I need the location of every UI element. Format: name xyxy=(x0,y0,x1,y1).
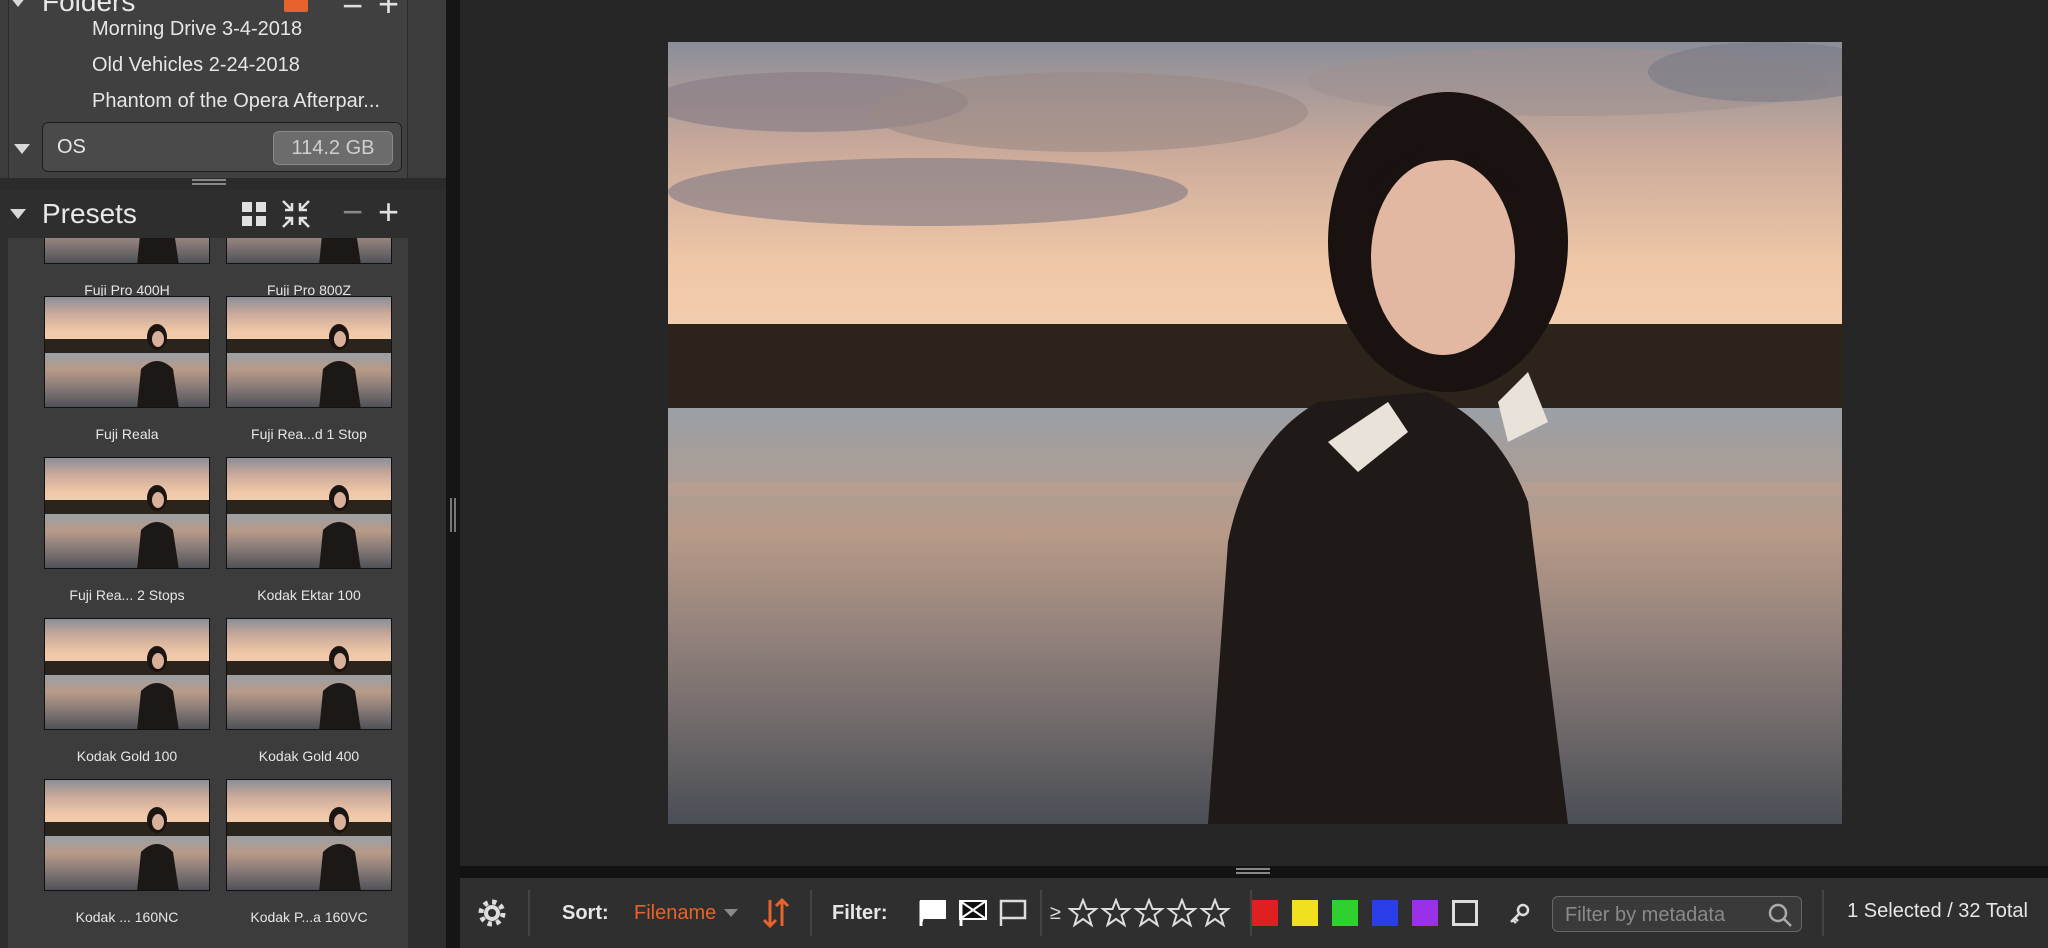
preset-thumbnail xyxy=(44,457,210,569)
presets-header: Presets − + xyxy=(0,190,446,238)
star-icon xyxy=(1133,898,1165,928)
minus-icon[interactable]: − xyxy=(342,0,363,24)
star-icon xyxy=(1068,898,1099,928)
preset-item[interactable]: Fuji Reala xyxy=(44,296,210,442)
folders-header: Folders − + xyxy=(0,0,446,26)
metadata-key-icon[interactable] xyxy=(1508,878,1532,948)
drive-row-os[interactable]: OS 114.2 GB xyxy=(42,122,402,172)
drive-label: OS xyxy=(57,136,86,158)
left-panel: Morning Drive 3-4-2018 Old Vehicles 2-24… xyxy=(0,0,446,948)
drive-collapse-triangle-icon[interactable] xyxy=(14,144,30,154)
bottom-toolbar: Sort: Filename Filter: ≥ Filter by metad… xyxy=(460,878,2048,948)
preset-item[interactable]: Kodak ... 160NC xyxy=(44,779,210,925)
color-label-purple[interactable] xyxy=(1412,900,1438,926)
preset-label: Fuji Reala xyxy=(95,426,159,442)
preset-item[interactable]: Kodak Ektar 100 xyxy=(226,457,392,603)
plus-icon[interactable]: + xyxy=(378,0,399,22)
viewer-splitter-grip-icon[interactable] xyxy=(1236,868,1270,874)
main-photo[interactable] xyxy=(668,42,1842,824)
color-label-blue[interactable] xyxy=(1372,900,1398,926)
presets-section: Presets − + Fuji Pro 400H Fuji Pro 800Z … xyxy=(0,190,446,948)
preset-thumbnail xyxy=(226,618,392,730)
preset-item[interactable]: Fuji Rea...d 1 Stop xyxy=(226,296,392,442)
filter-label: Filter: xyxy=(832,878,888,948)
color-label-red[interactable] xyxy=(1252,900,1278,926)
metadata-filter-input[interactable] xyxy=(1565,902,1765,928)
grid-view-icon[interactable] xyxy=(242,202,266,226)
preset-label: Kodak Gold 400 xyxy=(258,748,360,764)
collapse-all-icon[interactable] xyxy=(280,198,312,230)
color-label-yellow[interactable] xyxy=(1292,900,1318,926)
sort-dropdown-value: Filename xyxy=(634,901,717,924)
preset-item[interactable]: Kodak Gold 100 xyxy=(44,618,210,764)
folders-section: Morning Drive 3-4-2018 Old Vehicles 2-24… xyxy=(0,0,446,178)
preset-thumbnail xyxy=(44,779,210,891)
preset-thumbnail xyxy=(226,296,392,408)
sort-label: Sort: xyxy=(562,878,609,948)
folder-add-icon[interactable] xyxy=(284,0,308,12)
folders-title: Folders xyxy=(42,0,136,17)
color-label-none[interactable] xyxy=(1452,900,1478,926)
star-icon xyxy=(1100,898,1132,928)
filter-label-text: Filter: xyxy=(832,901,888,924)
preset-item[interactable]: Kodak P...a 160VC xyxy=(226,779,392,925)
preset-label: Fuji Rea...d 1 Stop xyxy=(251,426,367,442)
image-viewer xyxy=(460,0,2048,866)
minus-icon[interactable]: − xyxy=(342,194,363,230)
flag-unflagged-icon[interactable] xyxy=(998,878,1028,948)
panel-splitter-grip-icon[interactable] xyxy=(192,179,226,185)
preset-label: Kodak Ektar 100 xyxy=(257,587,361,603)
sort-dropdown[interactable]: Filename xyxy=(634,878,739,948)
preset-item[interactable]: Fuji Pro 800Z xyxy=(226,238,392,298)
preset-thumbnail xyxy=(44,238,210,264)
preset-thumbnail xyxy=(226,457,392,569)
sort-label-text: Sort: xyxy=(562,901,609,924)
collapse-triangle-icon[interactable] xyxy=(10,209,26,219)
app-window: Morning Drive 3-4-2018 Old Vehicles 2-24… xyxy=(0,0,2048,948)
toolbar-divider xyxy=(1040,890,1042,936)
rating-stars[interactable] xyxy=(1068,878,1238,948)
presets-title: Presets xyxy=(42,198,137,229)
preset-item[interactable]: Fuji Pro 400H xyxy=(44,238,210,298)
presets-grid: Fuji Pro 400H Fuji Pro 800Z Fuji Reala F… xyxy=(8,238,408,948)
search-icon[interactable] xyxy=(1767,902,1793,933)
preset-item[interactable]: Fuji Rea... 2 Stops xyxy=(44,457,210,603)
rating-operator-text: ≥ xyxy=(1050,901,1061,924)
preset-item[interactable]: Kodak Gold 400 xyxy=(226,618,392,764)
star-icon xyxy=(1199,898,1231,928)
preset-label: Kodak Gold 100 xyxy=(76,748,178,764)
preset-label: Kodak ... 160NC xyxy=(75,909,179,925)
flag-picked-icon[interactable] xyxy=(918,878,948,948)
toolbar-divider xyxy=(810,890,812,936)
selection-status: 1 Selected / 32 Total xyxy=(1847,900,2028,922)
drive-size-badge: 114.2 GB xyxy=(273,131,393,165)
settings-gear-icon[interactable] xyxy=(476,878,508,948)
star-icon xyxy=(1166,898,1198,928)
flag-rejected-icon[interactable] xyxy=(958,878,988,948)
panel-divider[interactable] xyxy=(446,0,460,948)
plus-icon[interactable]: + xyxy=(378,194,399,230)
toolbar-divider xyxy=(528,890,530,936)
preset-label: Kodak P...a 160VC xyxy=(250,909,368,925)
preset-thumbnail xyxy=(226,779,392,891)
color-label-green[interactable] xyxy=(1332,900,1358,926)
toolbar-divider xyxy=(1822,890,1824,936)
preset-thumbnail xyxy=(44,618,210,730)
metadata-filter-box[interactable] xyxy=(1552,896,1802,932)
divider-grip-icon[interactable] xyxy=(450,498,456,532)
preset-label: Fuji Rea... 2 Stops xyxy=(69,587,185,603)
collapse-triangle-icon[interactable] xyxy=(10,0,26,7)
preset-thumbnail xyxy=(226,238,392,264)
folder-item[interactable]: Phantom of the Opera Afterpar... xyxy=(92,90,380,113)
rating-operator[interactable]: ≥ xyxy=(1050,878,1061,948)
folder-item[interactable]: Old Vehicles 2-24-2018 xyxy=(92,54,300,77)
sort-direction-icon[interactable] xyxy=(762,878,790,948)
preset-thumbnail xyxy=(44,296,210,408)
chevron-down-icon xyxy=(724,909,739,917)
